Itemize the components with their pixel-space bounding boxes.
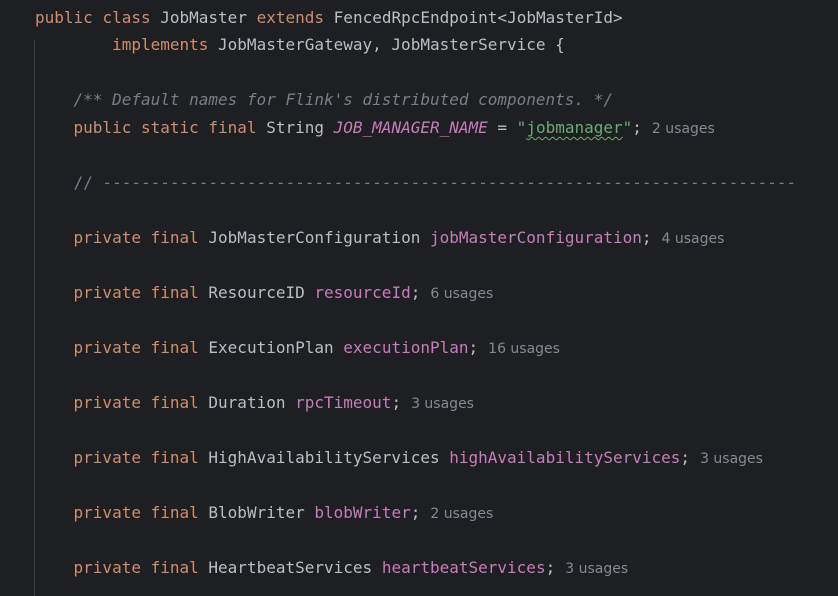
field-name[interactable]: resourceId <box>314 283 410 302</box>
field-declaration-line[interactable]: private final HighAvailabilityServices h… <box>35 446 763 470</box>
semicolon: ; <box>641 228 652 247</box>
string-quote-open: " <box>516 118 527 137</box>
separator-comment-line[interactable]: // -------------------------------------… <box>35 171 796 195</box>
doc-comment-line[interactable]: /** Default names for Flink's distribute… <box>35 88 613 112</box>
field-name[interactable]: blobWriter <box>314 503 410 522</box>
constant-name[interactable]: JOB_MANAGER_NAME <box>334 118 488 137</box>
semicolon: ; <box>680 448 691 467</box>
semicolon: ; <box>410 503 421 522</box>
semicolon: ; <box>468 338 479 357</box>
usages-hint[interactable]: 3 usages <box>411 396 474 412</box>
class-name[interactable]: JobMaster <box>160 8 247 27</box>
keyword-extends: extends <box>256 8 325 27</box>
keyword-class: class <box>102 8 151 27</box>
semicolon: ; <box>632 118 642 137</box>
usages-hint[interactable]: 3 usages <box>565 561 628 577</box>
field-modifiers: private final <box>73 448 199 467</box>
field-name[interactable]: highAvailabilityServices <box>449 448 680 467</box>
class-declaration-line[interactable]: public class JobMaster extends FencedRpc… <box>35 6 623 30</box>
semicolon: ; <box>545 558 556 577</box>
keyword-public: public <box>35 8 93 27</box>
field-modifiers: private final <box>73 338 199 357</box>
field-type[interactable]: Duration <box>208 393 285 412</box>
field-name[interactable]: rpcTimeout <box>295 393 391 412</box>
usages-hint[interactable]: 6 usages <box>430 286 493 302</box>
field-name[interactable]: heartbeatServices <box>382 558 546 577</box>
field-declaration-line[interactable]: private final BlobWriter blobWriter; 2 us… <box>35 501 494 525</box>
field-modifiers: private final <box>73 228 199 247</box>
usages-hint[interactable]: 3 usages <box>700 451 763 467</box>
usages-hint[interactable]: 2 usages <box>430 506 493 522</box>
keyword-implements: implements <box>112 35 209 54</box>
interfaces-list[interactable]: JobMasterGateway, JobMasterService { <box>218 35 565 54</box>
field-modifiers: private final <box>73 558 199 577</box>
field-declaration-line[interactable]: private final ResourceID resourceId; 6 us… <box>35 281 494 305</box>
usages-hint[interactable]: 16 usages <box>488 341 560 357</box>
field-name[interactable]: jobMasterConfiguration <box>430 228 642 247</box>
field-modifiers: private final <box>73 393 199 412</box>
field-type[interactable]: JobMasterConfiguration <box>208 228 420 247</box>
field-modifiers: private final <box>73 503 199 522</box>
field-type[interactable]: ExecutionPlan <box>208 338 333 357</box>
semicolon: ; <box>391 393 402 412</box>
implements-line[interactable]: implements JobMasterGateway, JobMasterSe… <box>35 33 565 57</box>
string-value[interactable]: jobmanager <box>526 118 622 137</box>
field-type[interactable]: BlobWriter <box>208 503 304 522</box>
usages-hint[interactable]: 4 usages <box>662 231 725 247</box>
super-class[interactable]: FencedRpcEndpoint<JobMasterId> <box>334 8 623 27</box>
code-editor[interactable]: public class JobMaster extends FencedRpc… <box>0 0 838 596</box>
field-type[interactable]: HeartbeatServices <box>208 558 372 577</box>
semicolon: ; <box>410 283 421 302</box>
usages-hint[interactable]: 2 usages <box>652 121 715 137</box>
field-name[interactable]: executionPlan <box>343 338 468 357</box>
constant-modifiers: public static final <box>73 118 257 137</box>
field-declaration-line[interactable]: private final Duration rpcTimeout; 3 usag… <box>35 391 474 415</box>
field-type[interactable]: ResourceID <box>208 283 304 302</box>
field-declaration-line[interactable]: private final ExecutionPlan executionPla… <box>35 336 560 360</box>
constant-type[interactable]: String <box>266 118 324 137</box>
separator-comment: // -------------------------------------… <box>73 173 796 192</box>
field-type[interactable]: HighAvailabilityServices <box>208 448 439 467</box>
assign-operator: = <box>487 118 517 137</box>
constant-declaration-line[interactable]: public static final String JOB_MANAGER_N… <box>35 116 715 140</box>
field-declaration-line[interactable]: private final HeartbeatServices heartbea… <box>35 556 629 580</box>
doc-comment: /** Default names for Flink's distribute… <box>73 90 613 109</box>
string-quote-close: " <box>622 118 633 137</box>
field-modifiers: private final <box>73 283 199 302</box>
field-declaration-line[interactable]: private final JobMasterConfiguration job… <box>35 226 725 250</box>
